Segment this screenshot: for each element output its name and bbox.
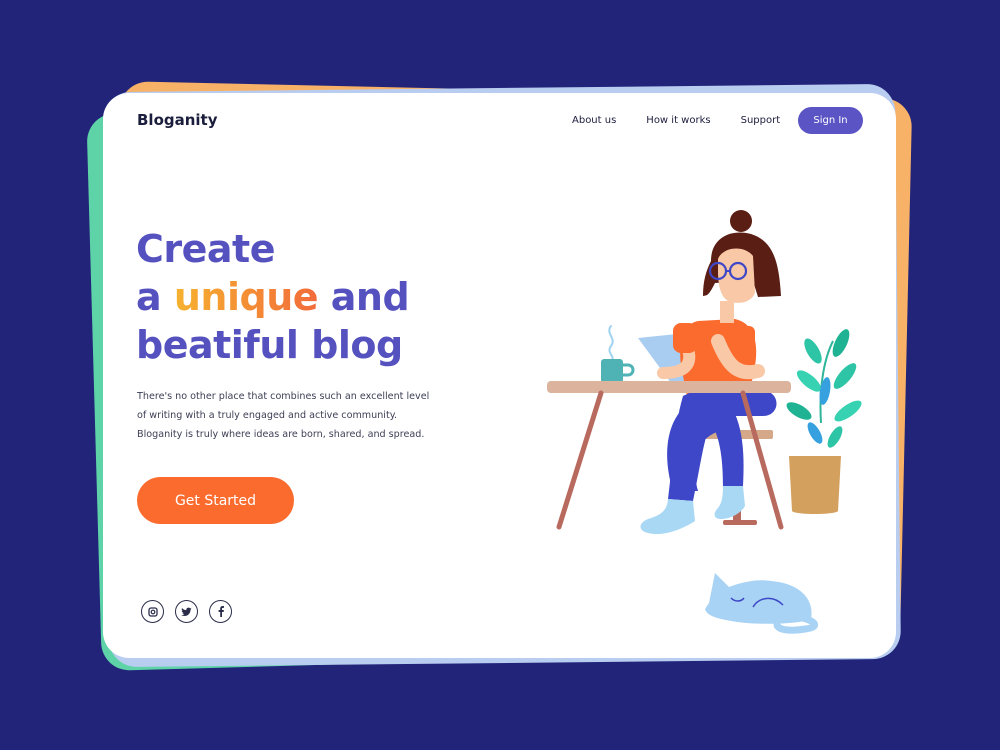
hair-bun: [730, 210, 752, 232]
sign-in-button[interactable]: Sign In: [798, 107, 863, 134]
headline-highlight: unique: [173, 275, 319, 319]
plant-pot: [789, 456, 841, 514]
nav-about-us[interactable]: About us: [572, 115, 616, 127]
landing-card: Bloganity About us How it works Support …: [103, 93, 896, 658]
get-started-button[interactable]: Get Started: [137, 477, 294, 524]
main-nav: About us How it works Support: [572, 115, 810, 127]
mug-icon: [601, 359, 635, 383]
nav-how-it-works[interactable]: How it works: [646, 115, 710, 127]
headline-line-2-post: and: [318, 275, 410, 319]
plant-icon: [786, 329, 862, 514]
left-sock: [640, 499, 695, 535]
facebook-icon[interactable]: [209, 600, 232, 623]
cat-icon: [705, 573, 819, 634]
headline-line-1: Create: [136, 227, 275, 271]
desk-top: [547, 381, 791, 393]
nav-support[interactable]: Support: [741, 115, 781, 127]
instagram-icon[interactable]: [141, 600, 164, 623]
hero-description: There's no other place that combines suc…: [137, 391, 430, 440]
twitter-icon[interactable]: [175, 600, 198, 623]
social-links: [141, 600, 232, 623]
hero-headline: Create a unique and beatiful blog: [136, 225, 410, 369]
desk-leg-left: [556, 390, 604, 530]
steam-icon: [608, 325, 614, 361]
headline-line-2-pre: a: [136, 275, 174, 319]
headline-line-3: beatiful blog: [136, 323, 403, 367]
hero-illustration: [547, 210, 862, 535]
logo[interactable]: Bloganity: [137, 111, 218, 129]
